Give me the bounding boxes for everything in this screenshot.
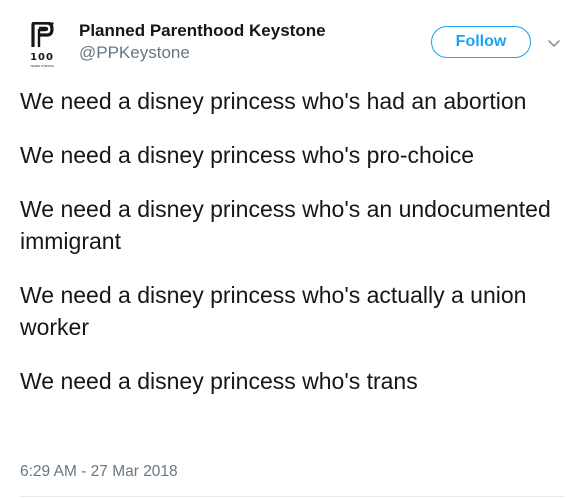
divider: [20, 496, 565, 497]
tweet-line: We need a disney princess who's had an a…: [20, 88, 527, 114]
tweet-line: We need a disney princess who's an undoc…: [20, 196, 551, 254]
author-handle[interactable]: @PPKeystone: [79, 42, 190, 64]
avatar[interactable]: 100 YEARS STRONG: [20, 22, 64, 70]
tweet-line: We need a disney princess who's trans: [20, 368, 418, 394]
tweet-line: We need a disney princess who's actually…: [20, 282, 527, 340]
avatar-badge: 100: [30, 52, 54, 63]
follow-button[interactable]: Follow: [431, 26, 531, 58]
tweet-text: We need a disney princess who's had an a…: [20, 85, 565, 419]
tweet-card: 100 YEARS STRONG Planned Parenthood Keys…: [0, 0, 577, 499]
tweet-line: We need a disney princess who's pro-choi…: [20, 142, 474, 168]
chevron-down-icon[interactable]: [545, 34, 563, 52]
author-name[interactable]: Planned Parenthood Keystone: [79, 20, 326, 42]
tweet-timestamp[interactable]: 6:29 AM - 27 Mar 2018: [20, 462, 178, 482]
avatar-badge-subtitle: YEARS STRONG: [30, 64, 54, 68]
planned-parenthood-logo-icon: [31, 22, 54, 47]
